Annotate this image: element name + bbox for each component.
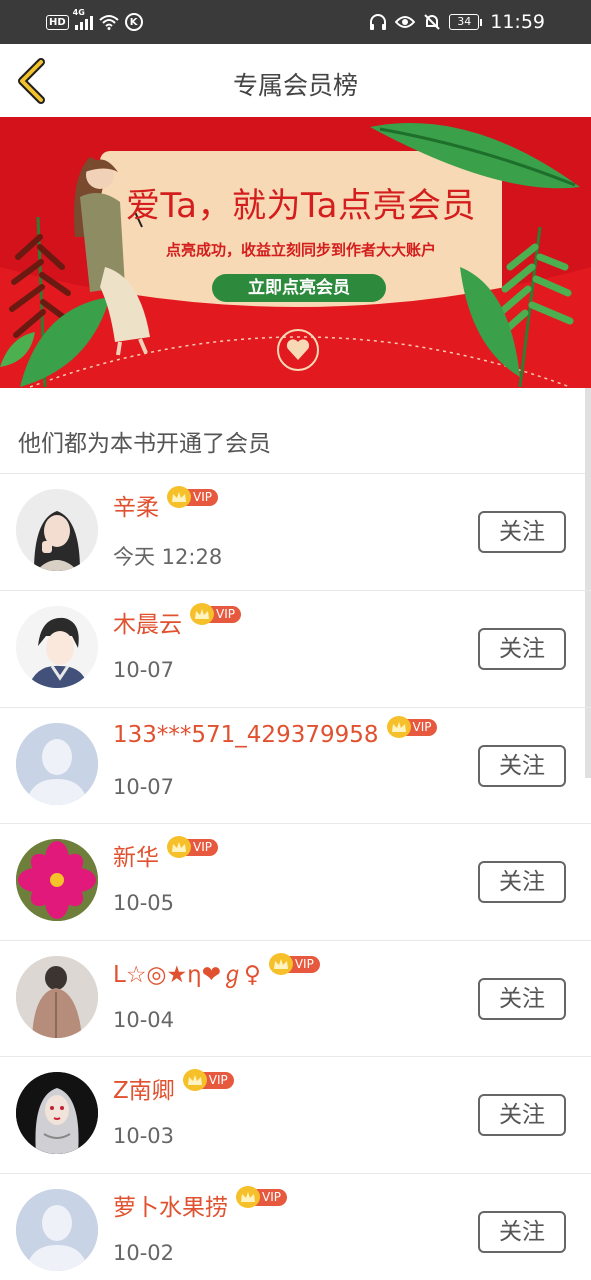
status-bar: HD 4G K 34 11:59 — [0, 0, 591, 44]
follow-button[interactable]: 关注 — [478, 628, 566, 670]
hd-icon: HD — [46, 14, 69, 30]
name-line: 辛柔 VIP — [113, 486, 218, 522]
crown-icon — [182, 1069, 207, 1091]
member-date: 今天 12:28 — [113, 545, 223, 569]
member-name[interactable]: L☆◎★η❤ℊ♀ — [113, 955, 261, 989]
member-name[interactable]: Z南卿 — [113, 1071, 175, 1105]
member-date: 10-07 — [113, 658, 175, 682]
follow-button[interactable]: 关注 — [478, 861, 566, 903]
banner-headline: 爱Ta，就为Ta点亮会员 — [126, 186, 476, 226]
page-title: 专属会员榜 — [232, 71, 358, 100]
status-left: HD 4G K — [46, 8, 143, 33]
name-line: 133***571_429379958 VIP — [113, 716, 438, 748]
vip-badge: VIP — [167, 836, 218, 858]
clock: 11:59 — [490, 11, 545, 33]
vip-badge: VIP — [190, 603, 241, 625]
list-item[interactable]: 辛柔 VIP 今天 12:28 关注 — [0, 474, 591, 590]
name-line: L☆◎★η❤ℊ♀ VIP — [113, 953, 320, 989]
follow-button[interactable]: 关注 — [478, 1211, 566, 1253]
crown-icon — [268, 953, 293, 975]
vip-badge: VIP — [386, 716, 438, 738]
avatar[interactable] — [16, 839, 98, 921]
avatar[interactable] — [16, 956, 98, 1038]
avatar[interactable] — [16, 606, 98, 688]
follow-button[interactable]: 关注 — [478, 1094, 566, 1136]
member-date: 10-04 — [113, 1008, 175, 1032]
follow-button[interactable]: 关注 — [478, 745, 566, 787]
name-line: 新华 VIP — [113, 836, 218, 872]
avatar[interactable] — [16, 489, 98, 571]
k-app-icon: K — [124, 13, 143, 31]
crown-icon — [236, 1186, 260, 1208]
eye-icon — [395, 16, 416, 28]
member-date: 10-05 — [113, 891, 175, 915]
follow-button[interactable]: 关注 — [478, 978, 566, 1020]
network-type: 4G — [72, 8, 85, 17]
member-date: 10-07 — [113, 775, 175, 799]
crown-icon — [190, 603, 214, 625]
member-name[interactable]: 辛柔 — [113, 488, 159, 522]
section-title: 他们都为本书开通了会员 — [18, 431, 271, 457]
member-name[interactable]: 萝卜水果捞 — [113, 1188, 228, 1222]
member-name[interactable]: 新华 — [113, 838, 159, 872]
battery-icon: 34 — [449, 14, 483, 30]
member-date: 10-03 — [113, 1124, 175, 1148]
list-item[interactable]: Z南卿 VIP 10-03 关注 — [0, 1057, 591, 1173]
list-item[interactable]: 萝卜水果捞 VIP 10-02 关注 — [0, 1174, 591, 1280]
avatar[interactable] — [16, 1189, 98, 1271]
headphones-icon — [370, 14, 387, 30]
crown-icon — [386, 716, 411, 738]
member-date: 10-02 — [113, 1241, 175, 1265]
name-line: 萝卜水果捞 VIP — [113, 1186, 287, 1222]
name-line: 木晨云 VIP — [113, 603, 241, 639]
mute-bell-icon — [424, 14, 440, 30]
list-item[interactable]: 新华 VIP 10-05 关注 — [0, 824, 591, 940]
battery-level: 34 — [449, 14, 480, 30]
member-name[interactable]: 木晨云 — [113, 605, 182, 639]
wifi-icon — [99, 15, 119, 30]
name-line: Z南卿 VIP — [113, 1069, 234, 1105]
light-up-member-button[interactable]: 立即点亮会员 — [212, 274, 386, 302]
list-item[interactable]: L☆◎★η❤ℊ♀ VIP 10-04 关注 — [0, 941, 591, 1057]
member-name[interactable]: 133***571_429379958 — [113, 722, 379, 748]
avatar[interactable] — [16, 723, 98, 805]
follow-button[interactable]: 关注 — [478, 511, 566, 553]
signal-icon: 4G — [73, 8, 93, 30]
list-item[interactable]: 木晨云 VIP 10-07 关注 — [0, 591, 591, 707]
app-header: 专属会员榜 — [0, 44, 591, 117]
vip-badge: VIP — [268, 953, 320, 975]
banner-subtitle: 点亮成功，收益立刻同步到作者大大账户 — [165, 241, 436, 259]
avatar[interactable] — [16, 1072, 98, 1154]
vip-badge: VIP — [182, 1069, 234, 1091]
vip-badge: VIP — [167, 486, 218, 508]
list-item[interactable]: 133***571_429379958 VIP 10-07 关注 — [0, 708, 591, 824]
promo-banner[interactable]: 爱Ta，就为Ta点亮会员 点亮成功，收益立刻同步到作者大大账户 立即点亮会员 — [0, 117, 591, 388]
vip-badge: VIP — [236, 1186, 287, 1208]
crown-icon — [167, 836, 191, 858]
status-right: 34 11:59 — [369, 11, 545, 33]
crown-icon — [167, 486, 191, 508]
